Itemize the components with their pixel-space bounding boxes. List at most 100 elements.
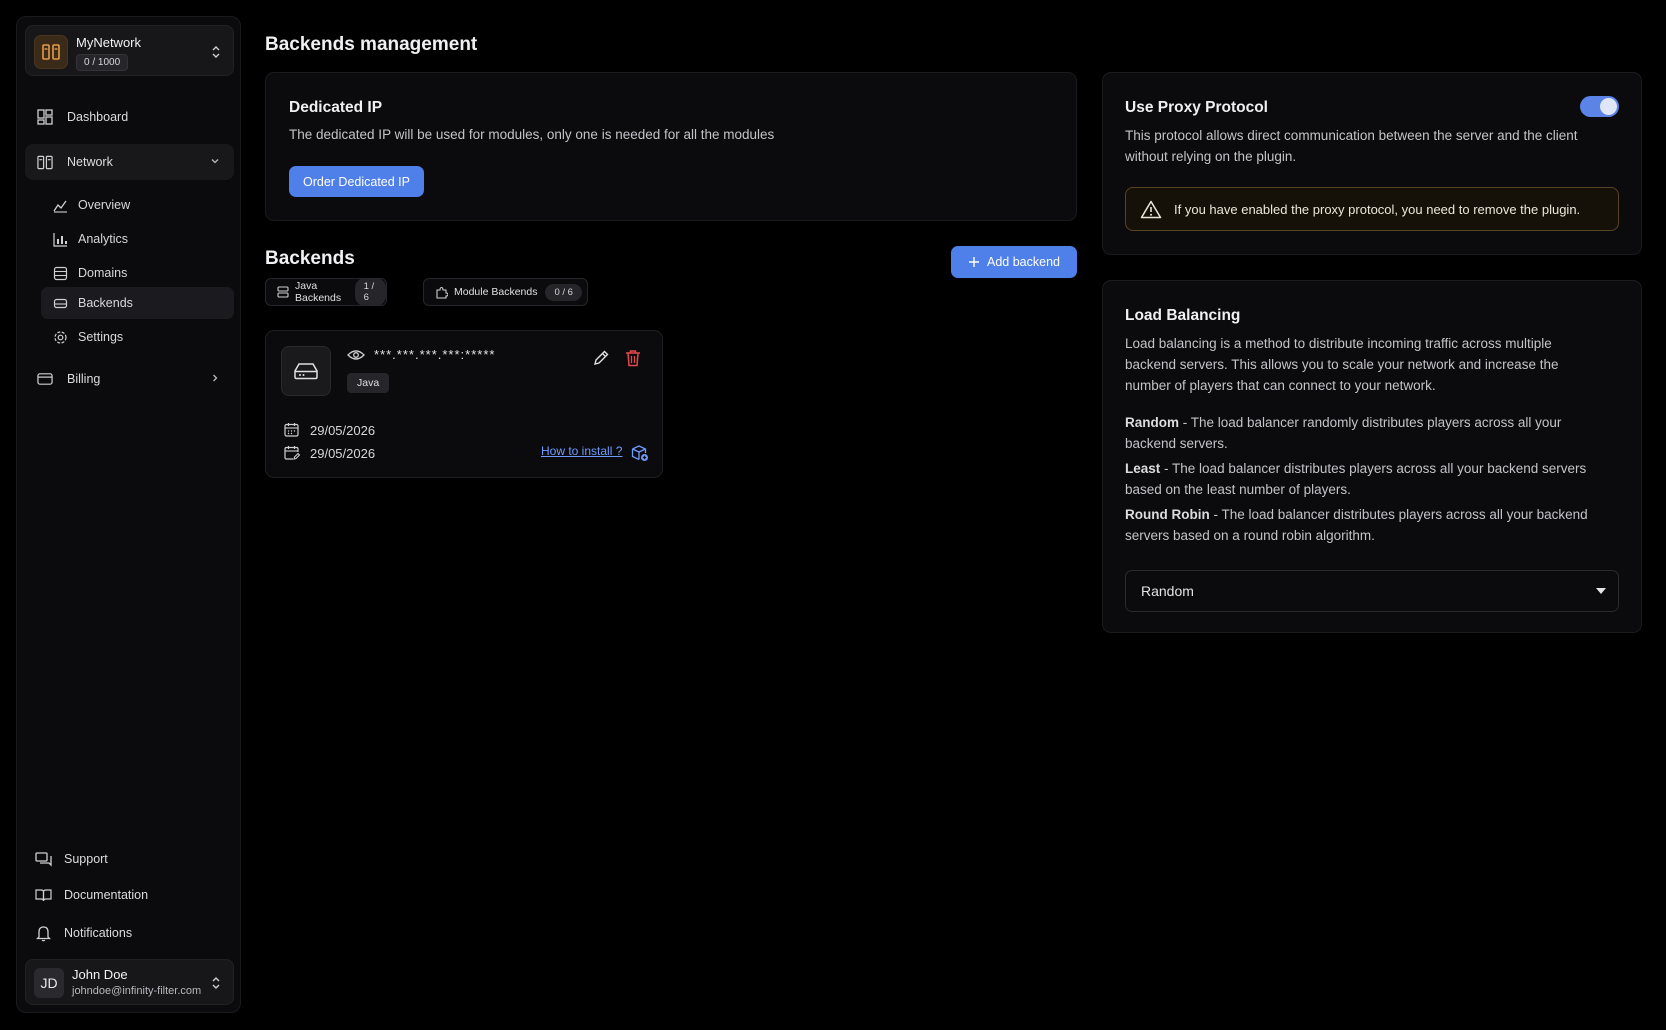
sidebar-subitem-settings[interactable]: Settings [41,321,234,353]
calendar-icon [284,422,300,438]
mode-text: based on the least number of players. [1125,482,1351,497]
selected-mode: Random [1141,583,1194,599]
sidebar-subitem-label: Domains [78,266,128,280]
proxy-protocol-description-line-1: This protocol allows direct communicatio… [1125,128,1578,143]
network-name: MyNetwork [76,35,142,50]
edit-icon[interactable] [592,349,610,367]
mode-least-description: Least - The load balancer distributes pl… [1125,458,1617,500]
warning-triangle-icon [1140,200,1162,219]
caret-down-icon [1596,588,1606,594]
sidebar-item-label: Support [64,852,108,866]
sidebar-subitem-label: Backends [78,296,133,310]
tab-java-backends[interactable]: Java Backends 1 / 6 [265,278,387,306]
how-to-install-link[interactable]: How to install ? [541,444,622,458]
avatar: JD [34,968,64,998]
created-date: 29/05/2026 [310,422,376,438]
user-email: johndoe@infinity-filter.com [72,985,202,997]
dedicated-ip-title: Dedicated IP [289,99,383,116]
proxy-protocol-description-line-2: without relying on the plugin. [1125,149,1297,164]
load-balancing-description: Load balancing is a method to distribute… [1125,333,1617,396]
backends-title: Backends [265,248,355,269]
load-balancing-title: Load Balancing [1125,307,1241,324]
sidebar-subitem-label: Settings [78,330,124,344]
tab-count-badge: 1 / 6 [354,278,386,306]
bell-icon [35,925,52,942]
network-logo-icon [34,35,68,69]
sidebar-item-dashboard[interactable]: Dashboard [25,99,234,135]
chevron-right-icon [213,374,218,382]
mode-random-description: Random - The load balancer randomly dist… [1125,412,1617,454]
order-dedicated-ip-button[interactable]: Order Dedicated IP [289,166,424,197]
server-icon [277,286,289,298]
sidebar-item-label: Documentation [64,888,149,902]
sidebar-item-label: Billing [67,372,101,386]
proxy-protocol-toggle[interactable] [1580,96,1619,117]
puzzle-icon [435,286,448,299]
mode-name: Least [1125,461,1161,476]
mode-text: backend servers. [1125,436,1228,451]
plus-icon [969,257,979,267]
add-backend-label: Add backend [987,255,1060,269]
mode-text: - The load balancer distributes players … [1209,507,1588,522]
network-icon [37,154,53,170]
sidebar-item-label: Network [67,155,113,169]
sidebar-item-support[interactable]: Support [35,847,108,871]
calendar-edit-icon [284,445,300,461]
sidebar-subitem-label: Overview [78,198,131,212]
load-balancing-description-line: number of players that can connect to yo… [1125,378,1436,393]
chevron-down-icon [211,159,219,164]
package-install-icon[interactable] [631,444,649,462]
updated-date: 29/05/2026 [310,445,376,461]
load-balancing-description-line: backend servers. This allows you to scal… [1125,357,1559,372]
network-switcher[interactable]: MyNetwork 0 / 1000 [25,25,234,76]
hard-drive-icon [281,346,331,396]
backend-type-tag: Java [347,373,390,393]
load-balancing-mode-select[interactable]: Random [1125,570,1619,612]
sidebar-item-billing[interactable]: Billing [25,361,234,397]
sidebar-item-network[interactable]: Network [25,144,234,180]
mode-name: Random [1125,415,1179,430]
sidebar-subitem-overview[interactable]: Overview [41,189,234,221]
user-menu[interactable]: JD John Doe johndoe@infinity-filter.com [25,959,234,1005]
sidebar-subitem-domains[interactable]: Domains [41,257,234,289]
updated-date-row: 29/05/2026 [284,445,375,461]
backend-card: ***.***.***.***:***** Java 29/05/2026 29… [265,330,663,478]
page-title: Backends management [265,34,478,55]
mode-text: - The load balancer randomly distributes… [1179,415,1562,430]
overview-chart-icon [53,198,68,213]
trash-icon[interactable] [625,349,641,367]
bar-chart-icon [53,232,68,247]
mode-name: Round Robin [1125,507,1210,522]
hard-drive-icon [53,296,68,311]
chevron-up-down-icon [212,46,220,58]
sidebar-item-documentation[interactable]: Documentation [35,883,148,907]
proxy-warning-alert: If you have enabled the proxy protocol, … [1125,187,1619,231]
mode-text: servers based on a round robin algorithm… [1125,528,1375,543]
proxy-warning-text: If you have enabled the proxy protocol, … [1174,201,1581,217]
sidebar-subitem-analytics[interactable]: Analytics [41,223,234,255]
proxy-protocol-title: Use Proxy Protocol [1125,99,1268,116]
sidebar-item-notifications[interactable]: Notifications [35,921,132,945]
created-date-row: 29/05/2026 [284,422,375,438]
eye-icon[interactable] [347,349,365,361]
sidebar: MyNetwork 0 / 1000 Dashboard Network Ove… [16,16,241,1013]
tab-label: Module Backends [454,286,538,298]
sidebar-subitem-label: Analytics [78,232,129,246]
gear-icon [53,330,68,345]
domains-icon [53,266,68,281]
tab-module-backends[interactable]: Module Backends 0 / 6 [423,278,588,306]
mode-text: - The load balancer distributes players … [1160,461,1587,476]
tab-label: Java Backends [295,280,342,304]
sidebar-item-label: Notifications [64,926,133,940]
network-usage-badge: 0 / 1000 [76,54,129,71]
book-icon [35,887,52,904]
chat-icon [35,851,52,868]
sidebar-item-label: Dashboard [67,110,129,124]
dedicated-ip-description: The dedicated IP will be used for module… [289,127,775,142]
credit-card-icon [37,371,53,387]
dashboard-icon [37,109,53,125]
tab-count-badge: 0 / 6 [545,283,582,301]
sidebar-subitem-backends[interactable]: Backends [41,287,234,319]
add-backend-button[interactable]: Add backend [951,246,1077,278]
mode-round-robin-description: Round Robin - The load balancer distribu… [1125,504,1617,546]
